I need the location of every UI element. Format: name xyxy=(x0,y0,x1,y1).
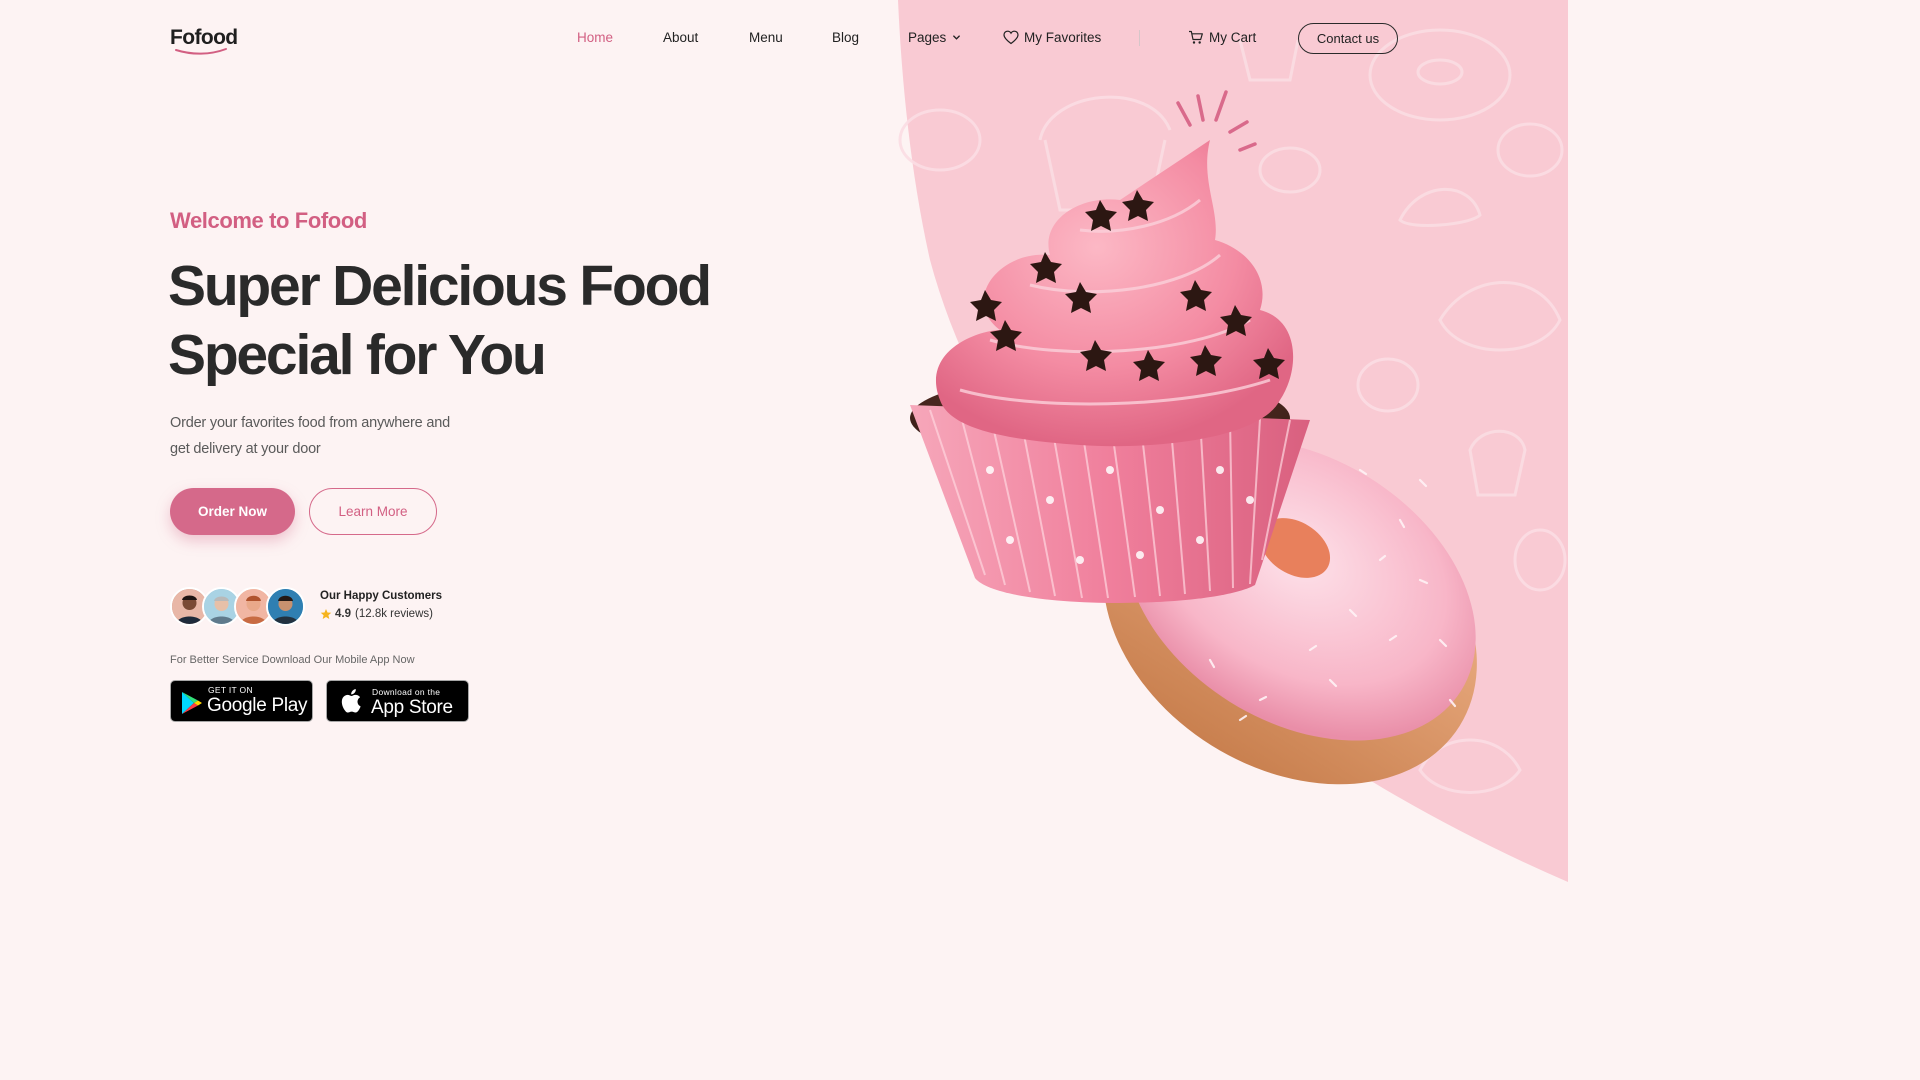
logo-swoosh-icon xyxy=(175,48,227,55)
logo[interactable]: Fofood xyxy=(170,26,238,55)
star-icon xyxy=(320,609,332,619)
google-play-button[interactable]: GET IT ON Google Play xyxy=(170,680,313,722)
customer-avatars xyxy=(170,587,310,627)
order-now-button[interactable]: Order Now xyxy=(170,488,295,535)
app-store-button[interactable]: Download on the App Store xyxy=(326,680,469,722)
cart-icon xyxy=(1189,30,1203,44)
customers-rating: 4.9 (12.8k reviews) xyxy=(320,608,433,620)
chevron-down-icon xyxy=(953,35,960,40)
donut-image xyxy=(1103,439,1477,785)
learn-more-button[interactable]: Learn More xyxy=(309,488,437,535)
nav-blog[interactable]: Blog xyxy=(832,30,859,46)
nav-pages-label: Pages xyxy=(908,30,947,45)
nav-divider xyxy=(1139,30,1140,46)
nav-favorites-label: My Favorites xyxy=(1024,30,1102,45)
hero-description: Order your favorites food from anywhere … xyxy=(170,410,470,462)
hero-headline: Super Delicious Food Special for You xyxy=(168,252,728,390)
cupcake-image xyxy=(910,140,1310,603)
hero-headline-line-1: Super Delicious Food xyxy=(168,254,712,318)
hero-description-line-2: get delivery at your door xyxy=(170,441,321,457)
rating-reviews: (12.8k reviews) xyxy=(355,608,433,620)
app-store-big-text: App Store xyxy=(371,697,453,718)
play-store-icon xyxy=(182,692,202,714)
nav-about[interactable]: About xyxy=(663,30,698,46)
nav-pages[interactable]: Pages xyxy=(908,30,961,46)
rating-score: 4.9 xyxy=(335,608,351,620)
logo-text: Fofood xyxy=(170,26,238,49)
nav-cart-label: My Cart xyxy=(1209,30,1257,45)
avatar xyxy=(266,587,305,626)
nav-home[interactable]: Home xyxy=(577,30,613,46)
contact-us-button[interactable]: Contact us xyxy=(1298,23,1398,54)
heart-icon xyxy=(1003,30,1019,45)
nav-menu[interactable]: Menu xyxy=(749,30,783,46)
hero-description-line-1: Order your favorites food from anywhere … xyxy=(170,415,450,431)
hero-pink-panel xyxy=(898,0,1568,882)
welcome-text: Welcome to Fofood xyxy=(170,208,367,233)
customers-title: Our Happy Customers xyxy=(320,590,443,602)
google-play-big-text: Google Play xyxy=(207,695,308,716)
app-store-small-text: Download on the xyxy=(372,687,441,697)
nav-favorites[interactable]: My Favorites xyxy=(1003,30,1101,46)
hero-headline-line-2: Special for You xyxy=(168,323,547,387)
google-play-small-text: GET IT ON xyxy=(208,685,253,695)
app-download-cta: For Better Service Download Our Mobile A… xyxy=(170,654,415,666)
apple-icon xyxy=(341,689,361,713)
nav-cart[interactable]: My Cart xyxy=(1188,30,1256,46)
